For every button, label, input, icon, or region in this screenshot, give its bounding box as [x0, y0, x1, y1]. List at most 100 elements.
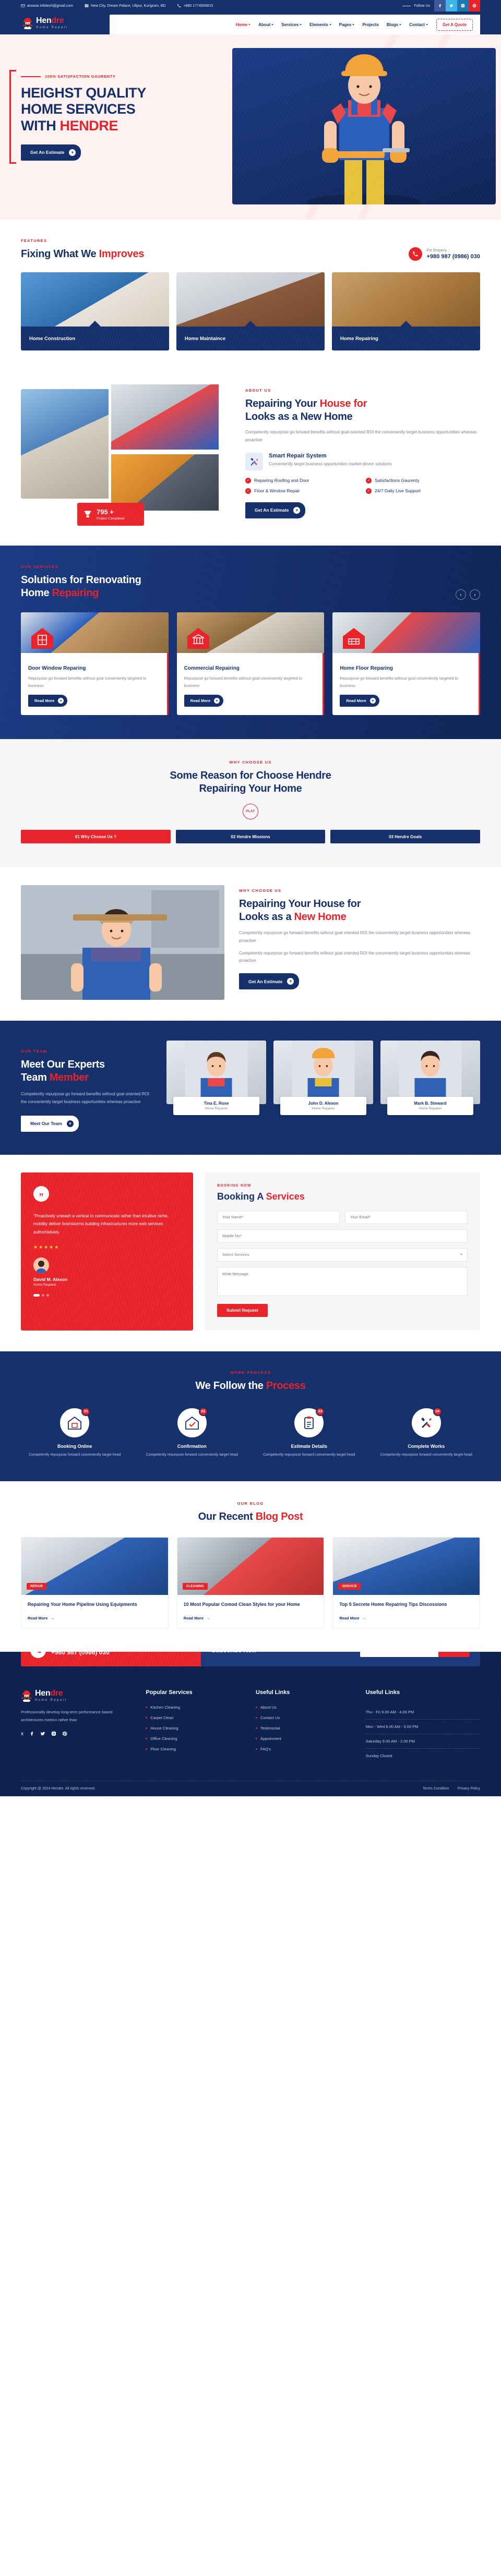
pinterest-icon[interactable]: [469, 0, 480, 11]
why-estimate-button[interactable]: Get An Estimate +: [239, 973, 300, 990]
topbar-email[interactable]: anowar.infotech@gmail.com: [21, 4, 73, 8]
twitter-icon[interactable]: [446, 0, 457, 11]
carousel-prev-icon[interactable]: ‹: [456, 589, 466, 600]
about-kicker: ABOUT US: [245, 388, 271, 393]
team-member[interactable]: Mark B. Steward Home Repairer: [380, 1041, 480, 1132]
get-a-quote-button[interactable]: Get A Quote: [436, 18, 473, 31]
footer-link[interactable]: Carpet Clean: [146, 1715, 245, 1720]
terms-condition-link[interactable]: Terms Condition: [423, 1787, 449, 1791]
footer-link[interactable]: Office Cleaning: [146, 1736, 245, 1741]
carousel-dot[interactable]: [46, 1294, 49, 1297]
meet-our-team-button[interactable]: Meet Our Team +: [21, 1115, 79, 1132]
team-member[interactable]: Tina E. Rose Home Repairer: [166, 1041, 266, 1132]
cta-phone-block[interactable]: For Enquery : +980 987 (0986) 030: [21, 1651, 201, 1666]
service-read-more-button[interactable]: Read More +: [184, 695, 223, 707]
copyright-text: Copyright @ 2024 Hendre. All rights rese…: [21, 1786, 96, 1791]
footer-link[interactable]: Appoinment: [255, 1736, 355, 1741]
footer-link[interactable]: Contact Us: [255, 1715, 355, 1720]
smart-repair-title: Smart Repair System: [269, 452, 327, 459]
carousel-dot[interactable]: [33, 1294, 40, 1297]
blog-body: Top 5 Secrete Home Repairing Tips Discos…: [333, 1595, 480, 1628]
service-card[interactable]: Door Window Reparing Repurpose go forwar…: [21, 612, 169, 715]
facebook-icon[interactable]: [29, 1731, 34, 1738]
nav-item-elements[interactable]: Elements: [309, 22, 331, 27]
hero-estimate-button[interactable]: Get An Estimate +: [21, 144, 81, 161]
blog-read-more[interactable]: Read More →: [339, 1616, 366, 1620]
hero-image-panel: [232, 48, 496, 204]
service-read-more-button[interactable]: Read More +: [340, 695, 379, 707]
blog-card[interactable]: REPAIR Repairing Your Home Pipeline Usin…: [21, 1537, 169, 1629]
process-step: 02 Confirmation Competently repurpose fo…: [138, 1407, 246, 1459]
blog-card[interactable]: SERVICE Top 5 Secrete Home Repairing Tip…: [332, 1537, 480, 1629]
facebook-icon[interactable]: x: [21, 1731, 23, 1738]
nav-item-blogs[interactable]: Blogs: [387, 22, 402, 27]
subscribe-heading: Subscribe Now: [211, 1652, 257, 1654]
footer-link[interactable]: Floor Cleaning: [146, 1747, 245, 1751]
services-header: OUR SERVICES Solutions for Renovating Ho…: [21, 564, 480, 600]
eyebrow-line: [21, 76, 41, 77]
booking-title: Booking A Services: [217, 1191, 468, 1202]
feature-card[interactable]: Home Maintaince: [176, 272, 325, 350]
carousel-dot[interactable]: [42, 1294, 44, 1297]
booking-name-input[interactable]: [217, 1210, 340, 1224]
testimonial-role: Home Repairer: [33, 1283, 57, 1287]
pinterest-icon[interactable]: [62, 1731, 67, 1738]
tab-hendre-missions[interactable]: 02 Hendre Missions: [175, 830, 326, 843]
why-panel-image: [21, 885, 224, 1000]
nav-item-projects[interactable]: Projects: [362, 22, 379, 27]
why-panel-title-b: Looks as a: [239, 911, 294, 923]
nav-item-pages[interactable]: Pages: [339, 22, 355, 27]
nav-item-contact[interactable]: Contact: [409, 22, 428, 27]
tab-why-choose-us[interactable]: 01 Why Choose Us ?: [21, 830, 171, 843]
tick-item: ✓ Satisfactions Gaurenty: [366, 477, 480, 483]
mail-icon: [21, 4, 25, 7]
privacy-policy-link[interactable]: Privacy Policy: [457, 1787, 480, 1791]
footer-link[interactable]: FAQ's: [255, 1747, 355, 1751]
topbar-phone[interactable]: +880 1774500815: [177, 4, 213, 8]
facebook-icon[interactable]: [434, 0, 446, 11]
blog-read-more[interactable]: Read More →: [184, 1616, 210, 1620]
service-read-more-button[interactable]: Read More +: [28, 695, 68, 707]
footer-columns: Hendre Home Repair Professionally develo…: [21, 1666, 480, 1781]
nav-item-home-label: Home: [235, 22, 248, 27]
features-section: FEATURES Fixing What We Improves For Enq…: [0, 220, 501, 371]
tab-hendre-goals[interactable]: 03 Hendre Goals: [330, 830, 480, 843]
blog-read-more[interactable]: Read More →: [28, 1616, 54, 1620]
feature-card[interactable]: Home Construction: [21, 272, 169, 350]
service-card[interactable]: Commercial Repairing Repurpose go forwar…: [176, 612, 325, 715]
booking-email-input[interactable]: [345, 1210, 468, 1224]
nav-item-about[interactable]: About: [258, 22, 274, 27]
team-member[interactable]: John D. Alexon Home Repairer: [273, 1041, 373, 1132]
nav-item-services[interactable]: Services: [281, 22, 302, 27]
footer-link[interactable]: House Cleaning: [146, 1726, 245, 1731]
about-estimate-button[interactable]: Get An Estimate +: [245, 502, 306, 518]
logo[interactable]: Hendre Home Repair: [21, 11, 110, 34]
footer-link[interactable]: Kitchen Cleaning: [146, 1705, 245, 1710]
team-member-role: Home Repairer: [312, 1107, 335, 1110]
chevron-down-icon: [460, 1254, 462, 1256]
footer-logo[interactable]: Hendre Home Repair: [21, 1689, 135, 1702]
nav-item-home[interactable]: Home: [235, 22, 251, 27]
footer-link[interactable]: About Us: [255, 1705, 355, 1710]
blog-card[interactable]: CLEANING 10 Most Popular Comod Clean Sty…: [176, 1537, 325, 1629]
feature-card[interactable]: Home Repairing: [332, 272, 480, 350]
service-text: Repurpose go forward benefits without go…: [28, 676, 147, 688]
booking-submit-button[interactable]: Submit Request: [217, 1303, 268, 1317]
twitter-icon[interactable]: [40, 1731, 45, 1738]
instagram-icon[interactable]: [457, 0, 469, 11]
play-video-button[interactable]: PLAY: [243, 804, 258, 819]
carousel-next-icon[interactable]: ›: [470, 589, 480, 600]
booking-service-select[interactable]: Select Services: [217, 1248, 468, 1262]
team-title-a: Meet Our Experts: [21, 1059, 105, 1070]
booking-mobile-input[interactable]: [217, 1229, 468, 1243]
instagram-icon[interactable]: [51, 1731, 56, 1738]
footer-link[interactable]: Testimonial: [255, 1726, 355, 1731]
feature-card-label: Home Repairing: [340, 335, 378, 342]
subscribe-email-input[interactable]: [360, 1651, 438, 1657]
nav-item-about-label: About: [258, 22, 271, 27]
subscribe-button[interactable]: Subscribe: [438, 1651, 470, 1657]
service-card[interactable]: Home Floor Reparing Repurpose go forward…: [332, 612, 480, 715]
avatar: [33, 1257, 49, 1274]
enquiry-block[interactable]: For Enquery : +980 987 (0986) 030: [408, 247, 480, 261]
booking-message-textarea[interactable]: [217, 1266, 468, 1296]
